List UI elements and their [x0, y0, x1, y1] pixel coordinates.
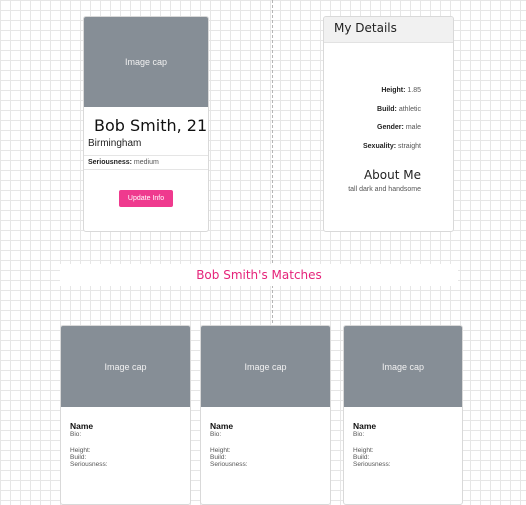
- match-image-cap: Image cap: [381, 361, 425, 372]
- detail-row-build: Build: athletic: [324, 106, 453, 125]
- profile-name-age: Bob Smith, 21: [94, 116, 208, 135]
- about-me-title: About Me: [363, 168, 421, 182]
- match-card[interactable]: Image cap Name Bio: Height: Build: Serio…: [343, 325, 463, 505]
- detail-label: Build:: [377, 105, 397, 113]
- seriousness-value: medium: [133, 159, 159, 166]
- match-height: Height:: [70, 447, 91, 454]
- details-title: My Details: [324, 17, 453, 43]
- match-name: Name: [353, 421, 377, 431]
- about-me-text: tall dark and handsome: [348, 186, 421, 193]
- detail-label: Sexuality:: [363, 142, 397, 150]
- details-card: My Details Height: 1.85 Build: athletic …: [323, 16, 454, 232]
- match-seriousness: Seriousness:: [70, 461, 108, 468]
- seriousness-label: Seriousness:: [88, 159, 132, 166]
- match-image: Image cap: [344, 326, 462, 407]
- match-seriousness: Seriousness:: [353, 461, 391, 468]
- match-bio: Bio:: [70, 431, 82, 438]
- match-image-cap: Image cap: [244, 361, 287, 372]
- match-image: Image cap: [61, 326, 190, 407]
- profile-seriousness: Seriousness: medium: [84, 155, 208, 170]
- match-bio: Bio:: [353, 431, 365, 438]
- match-image: Image cap: [201, 326, 330, 407]
- detail-value: athletic: [398, 105, 421, 113]
- match-name: Name: [70, 421, 94, 431]
- profile-image: Image cap: [84, 17, 208, 107]
- matches-header: Bob Smith's Matches: [60, 264, 458, 286]
- detail-label: Height:: [381, 87, 406, 94]
- matches-title: Bob Smith's Matches: [196, 268, 322, 282]
- match-build: Build:: [70, 454, 87, 461]
- match-card[interactable]: Image cap Name Bio: Height: Build: Serio…: [60, 325, 191, 505]
- match-card[interactable]: Image cap Name Bio: Height: Build: Serio…: [200, 325, 331, 505]
- detail-value: male: [405, 124, 421, 131]
- match-image-cap: Image cap: [104, 361, 147, 372]
- match-height: Height:: [210, 447, 231, 454]
- match-name: Name: [210, 421, 234, 431]
- update-info-button[interactable]: Update Info: [119, 190, 173, 207]
- match-height: Height:: [353, 447, 374, 454]
- detail-row-gender: Gender: male: [324, 124, 453, 143]
- detail-label: Gender:: [377, 124, 404, 131]
- detail-value: 1.85: [407, 87, 421, 94]
- detail-value: straight: [398, 142, 421, 150]
- profile-image-cap: Image cap: [124, 57, 168, 67]
- profile-card: Image cap Bob Smith, 21 Birmingham Serio…: [83, 16, 209, 232]
- detail-row-sexuality: Sexuality: straight: [324, 143, 453, 162]
- detail-row-height: Height: 1.85: [324, 87, 453, 106]
- profile-city: Birmingham: [88, 138, 142, 149]
- match-seriousness: Seriousness:: [210, 461, 248, 468]
- match-bio: Bio:: [210, 431, 222, 438]
- match-build: Build:: [210, 454, 227, 461]
- match-build: Build:: [353, 454, 370, 461]
